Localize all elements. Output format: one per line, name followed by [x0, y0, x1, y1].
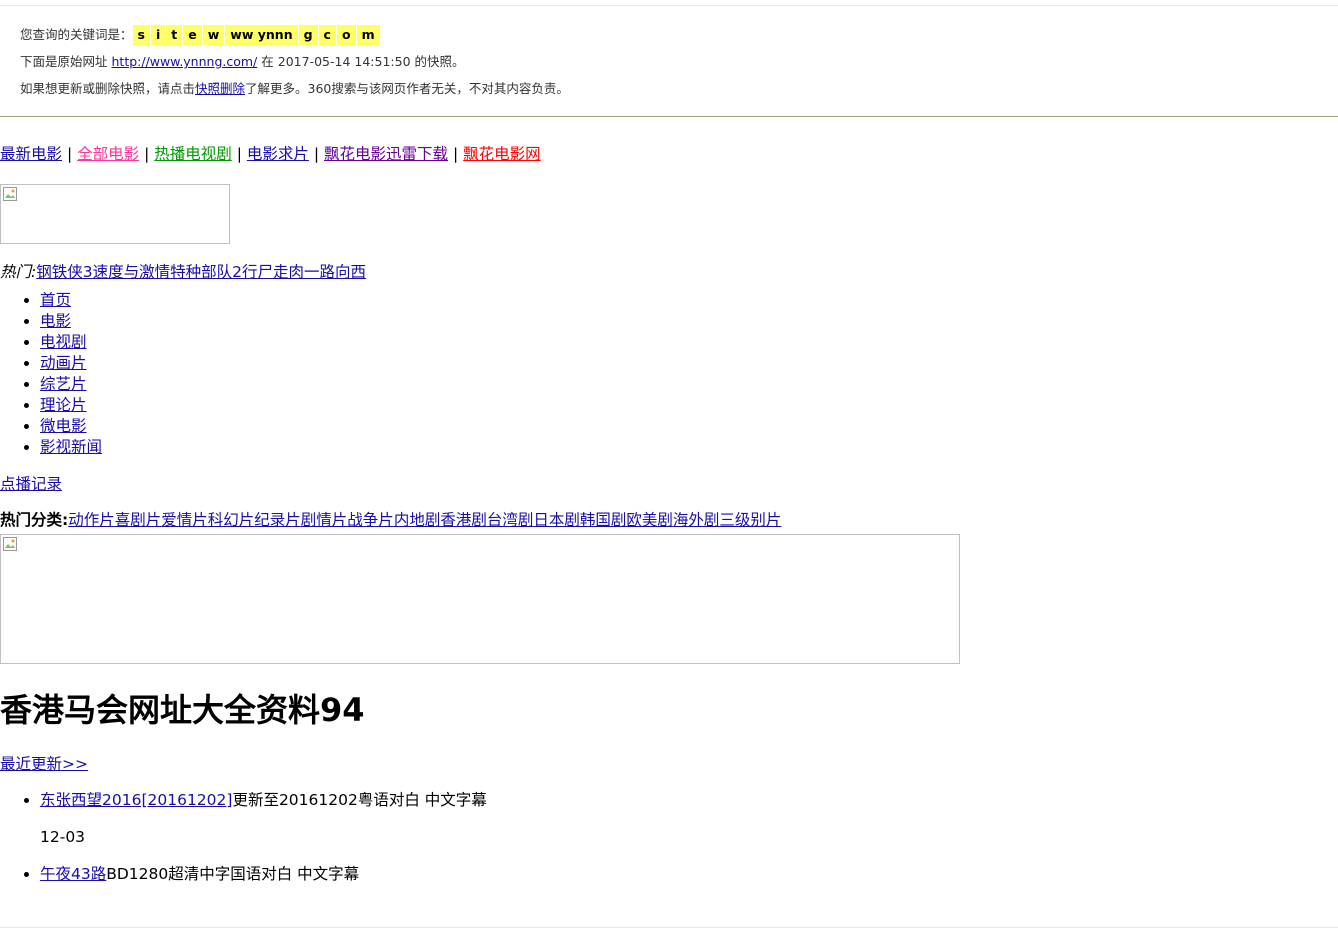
category-link[interactable]: 爱情片 [161, 511, 208, 529]
bottom-divider [0, 927, 1338, 928]
nav-link-hot-tv[interactable]: 热播电视剧 [154, 145, 232, 163]
categories-label: 热门分类: [0, 511, 69, 529]
nav-link-thunder-download[interactable]: 飘花电影迅雷下载 [324, 145, 448, 163]
play-record-link[interactable]: 点播记录 [0, 475, 62, 493]
category-link[interactable]: 日本剧 [533, 511, 580, 529]
broken-image-icon [3, 187, 17, 201]
update-desc: BD1280超清中字国语对白 中文字幕 [106, 865, 360, 883]
category-link[interactable]: 纪录片 [254, 511, 301, 529]
disclaimer-row: 如果想更新或删除快照，请点击快照删除了解更多。360搜索与该网页作者无关，不对其… [20, 79, 569, 106]
category-link[interactable]: 香港剧 [440, 511, 487, 529]
category-link[interactable]: 动作片 [68, 511, 115, 529]
category-link[interactable]: 剧情片 [301, 511, 348, 529]
nav-link-latest-movies[interactable]: 最新电影 [0, 145, 62, 163]
updates-list: 东张西望2016[20161202]更新至20161202粤语对白 中文字幕 1… [0, 786, 1338, 888]
disclaimer-prefix: 如果想更新或删除快照，请点击 [20, 81, 196, 96]
category-link[interactable]: 台湾剧 [487, 511, 534, 529]
disclaimer-suffix: 了解更多。360搜索与该网页作者无关，不对其内容负责。 [245, 81, 569, 96]
keyword-label: 您查询的关键词是： [20, 27, 133, 42]
menu-item: 综艺片 [40, 374, 1338, 395]
page-content: 最新电影 | 全部电影 | 热播电视剧 | 电影求片 | 飘花电影迅雷下载 | … [0, 140, 1338, 888]
menu-link-tv[interactable]: 电视剧 [40, 333, 87, 351]
keyword-chip: s [132, 25, 150, 45]
hot-link[interactable]: 一路向西 [304, 263, 366, 281]
hot-searches: 热门:钢铁侠3速度与激情特种部队2行尸走肉一路向西 [0, 258, 1338, 286]
nav-link-all-movies[interactable]: 全部电影 [77, 145, 139, 163]
keyword-chip: i [150, 25, 166, 45]
top-nav: 最新电影 | 全部电影 | 热播电视剧 | 电影求片 | 飘花电影迅雷下载 | … [0, 140, 1338, 168]
keyword-chip: g [298, 25, 318, 45]
snapshot-header: 您查询的关键词是： s i t e w ww ynnn g c o m 下面是原始网址 http:/… [20, 25, 569, 106]
category-link[interactable]: 韩国剧 [580, 511, 627, 529]
keyword-chip: e [183, 25, 202, 45]
menu-link-micro-film[interactable]: 微电影 [40, 417, 87, 435]
recent-updates-header: 最近更新>> [0, 750, 1338, 778]
menu-item: 电视剧 [40, 332, 1338, 353]
category-link[interactable]: 科幻片 [208, 511, 255, 529]
top-divider [0, 5, 1338, 6]
page-title: 香港马会网址大全资料94 [0, 691, 365, 729]
banner-image-placeholder[interactable] [0, 534, 960, 664]
hot-link[interactable]: 行尸走肉 [242, 263, 304, 281]
category-link[interactable]: 海外剧 [673, 511, 720, 529]
url-prefix-text: 下面是原始网址 [20, 54, 108, 69]
hot-link[interactable]: 速度与激情 [93, 263, 171, 281]
menu-link-movies[interactable]: 电影 [40, 312, 71, 330]
original-url-row: 下面是原始网址 http://www.ynnng.com/ 在 2017-05-… [20, 52, 569, 79]
menu-link-variety[interactable]: 综艺片 [40, 375, 87, 393]
url-mid-text: 在 [261, 54, 274, 69]
snapshot-timestamp: 2017-05-14 14:51:50 [277, 54, 411, 69]
update-title-link[interactable]: 午夜43路 [40, 865, 106, 883]
nav-separator: | [144, 145, 150, 163]
menu-item: 微电影 [40, 416, 1338, 437]
menu-link-home[interactable]: 首页 [40, 291, 71, 309]
category-link[interactable]: 战争片 [347, 511, 394, 529]
url-suffix-text: 的快照。 [414, 54, 465, 69]
keyword-chip: o [336, 25, 356, 45]
update-date: 12-03 [40, 828, 86, 846]
keyword-chip: m [356, 25, 380, 45]
menu-link-news[interactable]: 影视新闻 [40, 438, 102, 456]
nav-link-request[interactable]: 电影求片 [247, 145, 309, 163]
hot-link[interactable]: 钢铁侠3 [36, 263, 92, 281]
nav-separator: | [452, 145, 459, 163]
keyword-chip: t [166, 25, 183, 45]
keyword-chip: ww ynnn [225, 25, 298, 45]
hot-categories: 热门分类:动作片喜剧片爱情片科幻片纪录片剧情片战争片内地剧香港剧台湾剧日本剧韩国… [0, 506, 1338, 534]
keyword-chip: c [318, 25, 336, 45]
keyword-chip: w [202, 25, 225, 45]
menu-link-animation[interactable]: 动画片 [40, 354, 87, 372]
menu-item: 动画片 [40, 353, 1338, 374]
hot-link[interactable]: 特种部队2 [170, 263, 242, 281]
play-record: 点播记录 [0, 470, 1338, 498]
update-desc: 更新至20161202粤语对白 中文字幕 [232, 791, 487, 809]
category-link[interactable]: 三级别片 [719, 511, 781, 529]
nav-separator: | [313, 145, 320, 163]
list-item: 午夜43路BD1280超清中字国语对白 中文字幕 [40, 860, 1338, 888]
broken-image-icon [3, 537, 17, 551]
keyword-row: 您查询的关键词是： s i t e w ww ynnn g c o m [20, 25, 569, 52]
logo-image-placeholder[interactable] [0, 184, 230, 244]
main-menu: 首页 电影 电视剧 动画片 综艺片 理论片 微电影 影视新闻 [0, 290, 1338, 458]
list-item: 东张西望2016[20161202]更新至20161202粤语对白 中文字幕 1… [40, 786, 1338, 851]
original-url-link[interactable]: http://www.ynnng.com/ [112, 54, 258, 69]
menu-link-theory[interactable]: 理论片 [40, 396, 87, 414]
update-title-link[interactable]: 东张西望2016[20161202] [40, 791, 232, 809]
category-link[interactable]: 欧美剧 [626, 511, 673, 529]
recent-updates-link[interactable]: 最近更新>> [0, 755, 88, 773]
nav-separator: | [236, 145, 242, 163]
menu-item: 首页 [40, 290, 1338, 311]
category-link[interactable]: 喜剧片 [115, 511, 162, 529]
menu-item: 影视新闻 [40, 437, 1338, 458]
snapshot-delete-link[interactable]: 快照删除 [195, 81, 245, 96]
menu-item: 理论片 [40, 395, 1338, 416]
nav-separator: | [66, 145, 73, 163]
header-divider [0, 116, 1338, 117]
menu-item: 电影 [40, 311, 1338, 332]
nav-link-piaohua[interactable]: 飘花电影网 [463, 145, 541, 163]
category-link[interactable]: 内地剧 [394, 511, 441, 529]
hot-label: 热门: [0, 263, 37, 281]
